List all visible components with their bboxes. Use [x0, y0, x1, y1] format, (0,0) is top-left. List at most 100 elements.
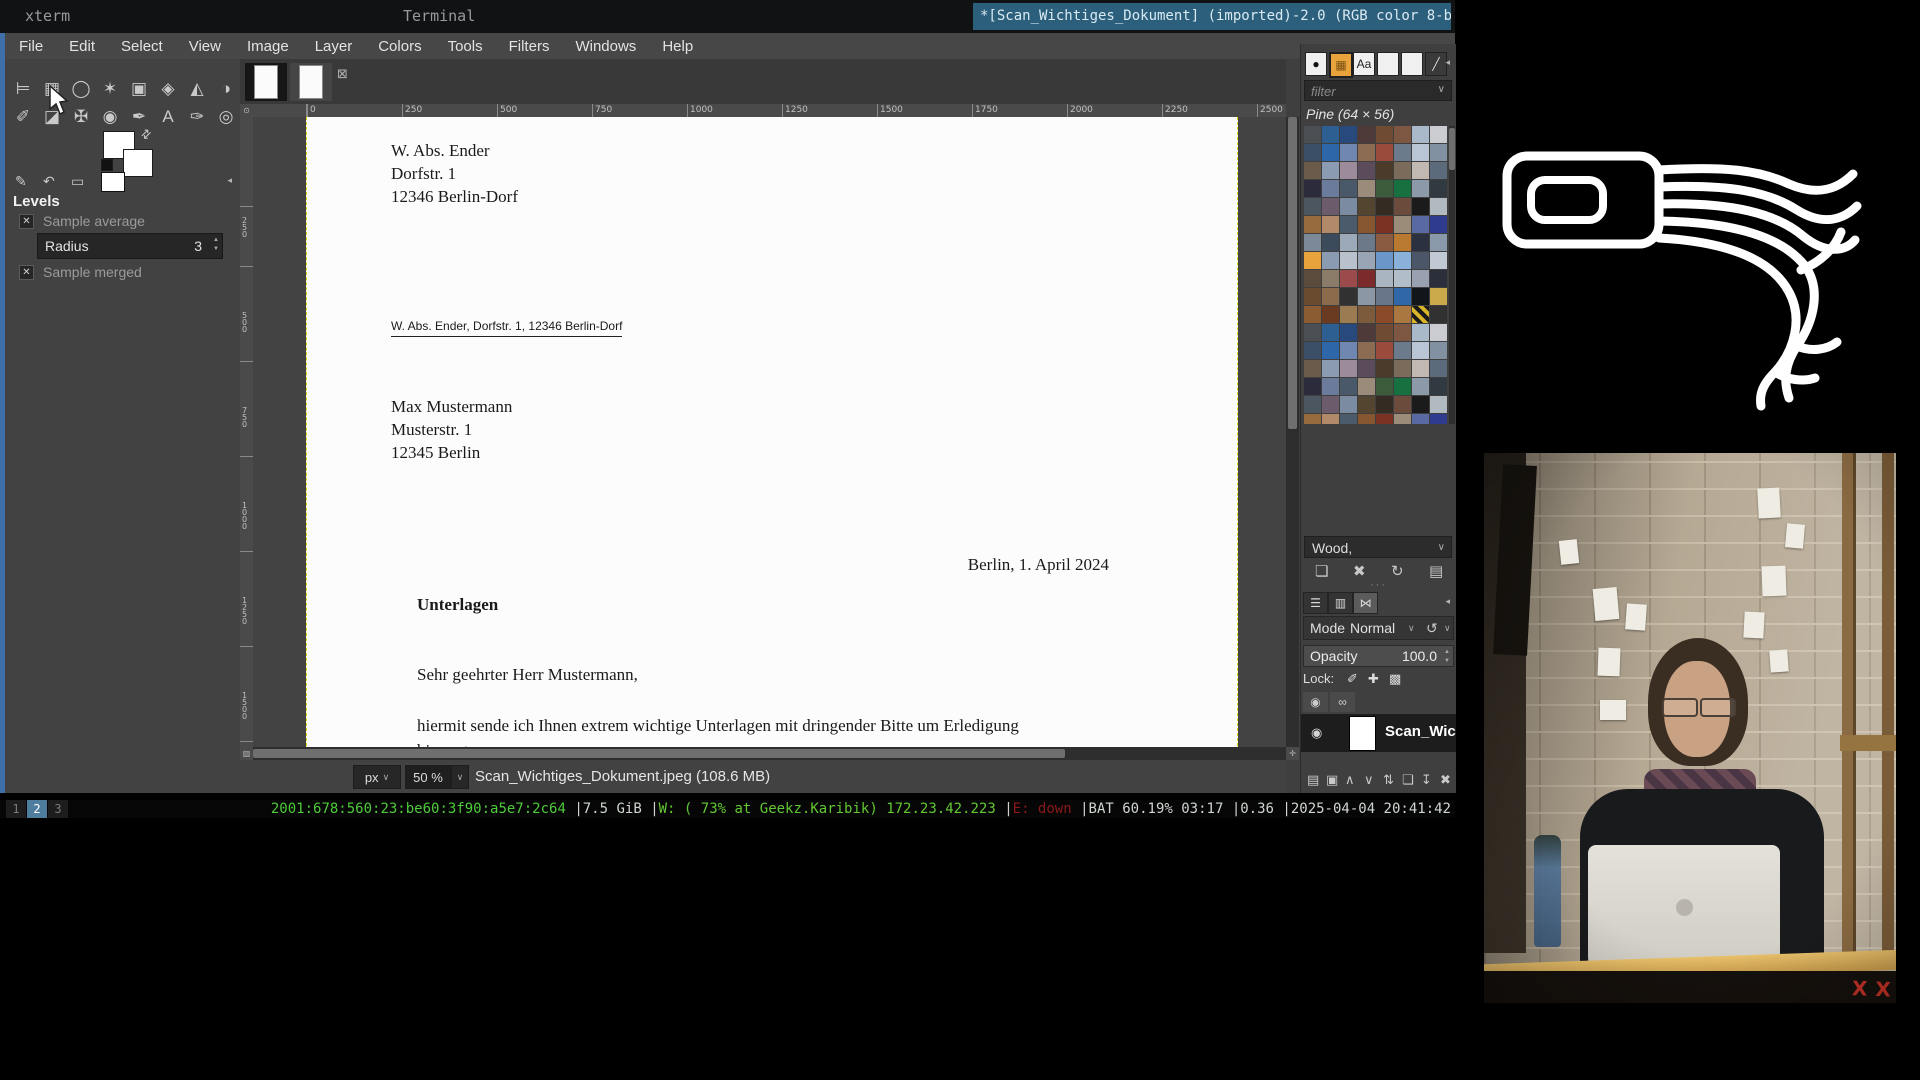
pattern-swatch[interactable]	[1412, 180, 1429, 197]
merge-layer-icon[interactable]: ❏	[1402, 772, 1414, 788]
pattern-swatch[interactable]	[1376, 342, 1393, 359]
pattern-swatch[interactable]	[1430, 252, 1447, 269]
pattern-swatch[interactable]	[1430, 234, 1447, 251]
swap-colors-icon[interactable]: ⇄	[138, 125, 155, 142]
sample-merged-checkbox[interactable]: ✕	[19, 265, 34, 280]
pattern-swatch[interactable]	[1358, 396, 1375, 413]
brushes-tab[interactable]: ●	[1305, 52, 1327, 76]
menu-colors[interactable]: Colors	[378, 38, 421, 55]
workspace-2[interactable]: 2	[27, 800, 47, 818]
pattern-swatch[interactable]	[1322, 144, 1339, 161]
duplicate-pattern-icon[interactable]: ❏	[1315, 562, 1328, 580]
mode-switch-icon[interactable]: ↺	[1426, 620, 1438, 637]
pattern-swatch[interactable]	[1304, 252, 1321, 269]
pattern-swatch[interactable]	[1322, 396, 1339, 413]
channels-tab[interactable]: ▥	[1328, 592, 1353, 614]
pattern-swatch[interactable]	[1304, 144, 1321, 161]
pattern-swatch[interactable]	[1394, 234, 1411, 251]
pattern-swatch[interactable]	[1430, 180, 1447, 197]
pattern-swatch[interactable]	[1412, 234, 1429, 251]
pattern-swatch[interactable]	[1304, 198, 1321, 215]
pattern-swatch[interactable]	[1376, 126, 1393, 143]
menu-layer[interactable]: Layer	[315, 38, 353, 55]
sample-average-checkbox[interactable]: ✕	[19, 214, 34, 229]
pattern-swatch[interactable]	[1412, 342, 1429, 359]
pattern-swatch[interactable]	[1322, 288, 1339, 305]
document-history-tab[interactable]	[1377, 52, 1399, 76]
layer-visibility-eye-icon[interactable]: ◉	[1311, 725, 1322, 741]
pattern-swatch[interactable]	[1358, 162, 1375, 179]
warp-icon[interactable]: ◭	[185, 77, 209, 101]
pattern-swatch[interactable]	[1358, 180, 1375, 197]
fonts-tab[interactable]: Aa	[1353, 52, 1375, 76]
pattern-swatch[interactable]	[1376, 378, 1393, 395]
pattern-swatch[interactable]	[1394, 378, 1411, 395]
horizontal-ruler[interactable]: 02505007501000125015001750200022502500	[240, 104, 1286, 118]
paintbrush-icon[interactable]: ✐	[11, 105, 35, 129]
pattern-swatch[interactable]	[1340, 162, 1357, 179]
menu-tools[interactable]: Tools	[448, 38, 483, 55]
pattern-swatch[interactable]	[1430, 360, 1447, 377]
opacity-spinner-icon[interactable]: ▲ ▼	[1444, 648, 1450, 666]
pattern-swatch[interactable]	[1376, 324, 1393, 341]
pattern-swatch[interactable]	[1340, 324, 1357, 341]
zoom-tool-icon[interactable]: ◎	[214, 105, 238, 129]
workspace-3[interactable]: 3	[48, 800, 68, 818]
screen-icon[interactable]: ▭	[71, 173, 84, 190]
pattern-swatch[interactable]	[1430, 270, 1447, 287]
vertical-scrollbar-thumb[interactable]	[1288, 117, 1297, 429]
pattern-swatch[interactable]	[1358, 216, 1375, 233]
raise-layer-icon[interactable]: ∧	[1345, 772, 1355, 788]
pattern-swatch[interactable]	[1322, 306, 1339, 323]
vertical-ruler[interactable]: 2 5 05 0 07 5 01 0 0 01 2 5 01 5 0 0	[240, 117, 254, 747]
pattern-swatch[interactable]	[1322, 360, 1339, 377]
menu-view[interactable]: View	[189, 38, 221, 55]
lock-alpha-icon[interactable]: ▩	[1389, 671, 1401, 687]
pattern-swatch[interactable]	[1358, 324, 1375, 341]
pattern-swatch[interactable]	[1304, 378, 1321, 395]
menu-select[interactable]: Select	[121, 38, 163, 55]
pattern-swatch[interactable]	[1412, 288, 1429, 305]
pattern-swatch[interactable]	[1376, 270, 1393, 287]
pattern-swatch[interactable]	[1322, 162, 1339, 179]
pattern-swatch[interactable]	[1430, 144, 1447, 161]
ruler-corner[interactable]: ⊙	[240, 104, 253, 117]
vertical-scrollbar[interactable]	[1286, 117, 1299, 747]
pattern-swatch[interactable]	[1304, 306, 1321, 323]
new-group-icon[interactable]: ▣	[1326, 772, 1338, 788]
pattern-swatch[interactable]	[1304, 162, 1321, 179]
pattern-swatch[interactable]	[1358, 360, 1375, 377]
pattern-swatch[interactable]	[1322, 216, 1339, 233]
active-window-title[interactable]: *[Scan_Wichtiges_Dokument] (imported)-2.…	[973, 3, 1451, 30]
pattern-swatch[interactable]	[1412, 396, 1429, 413]
pattern-swatch[interactable]	[1322, 342, 1339, 359]
menu-image[interactable]: Image	[247, 38, 289, 55]
pattern-swatch[interactable]	[1430, 216, 1447, 233]
quick-mask-icon[interactable]: ▨	[240, 747, 253, 760]
pattern-swatch[interactable]	[1322, 270, 1339, 287]
pattern-swatch[interactable]	[1394, 396, 1411, 413]
tool-preview-swatch[interactable]	[101, 172, 125, 192]
visibility-header-eye-icon[interactable]: ◉	[1303, 692, 1328, 712]
pattern-swatch[interactable]	[1394, 414, 1411, 424]
pattern-swatch[interactable]	[1322, 324, 1339, 341]
pattern-swatch[interactable]	[1412, 216, 1429, 233]
pattern-swatch[interactable]	[1340, 198, 1357, 215]
open-pattern-icon[interactable]: ▤	[1429, 562, 1443, 580]
pattern-swatch[interactable]	[1376, 306, 1393, 323]
pattern-swatch[interactable]	[1430, 288, 1447, 305]
horizontal-scrollbar[interactable]	[253, 747, 1286, 760]
transform-icon[interactable]: ◈	[156, 77, 180, 101]
pattern-swatch[interactable]	[1430, 396, 1447, 413]
canvas[interactable]: W. Abs. Ender Dorfstr. 1 12346 Berlin-Do…	[253, 117, 1286, 747]
gradients-tab[interactable]: ╱	[1425, 52, 1447, 76]
pattern-swatch[interactable]	[1394, 180, 1411, 197]
pattern-swatch[interactable]	[1376, 360, 1393, 377]
pattern-swatch[interactable]	[1394, 144, 1411, 161]
pattern-swatch[interactable]	[1322, 378, 1339, 395]
pattern-swatch[interactable]	[1304, 288, 1321, 305]
chevron-down-icon[interactable]: ∨	[1444, 623, 1451, 634]
pattern-swatch[interactable]	[1376, 180, 1393, 197]
pattern-swatch[interactable]	[1322, 126, 1339, 143]
pattern-swatch[interactable]	[1322, 414, 1339, 424]
